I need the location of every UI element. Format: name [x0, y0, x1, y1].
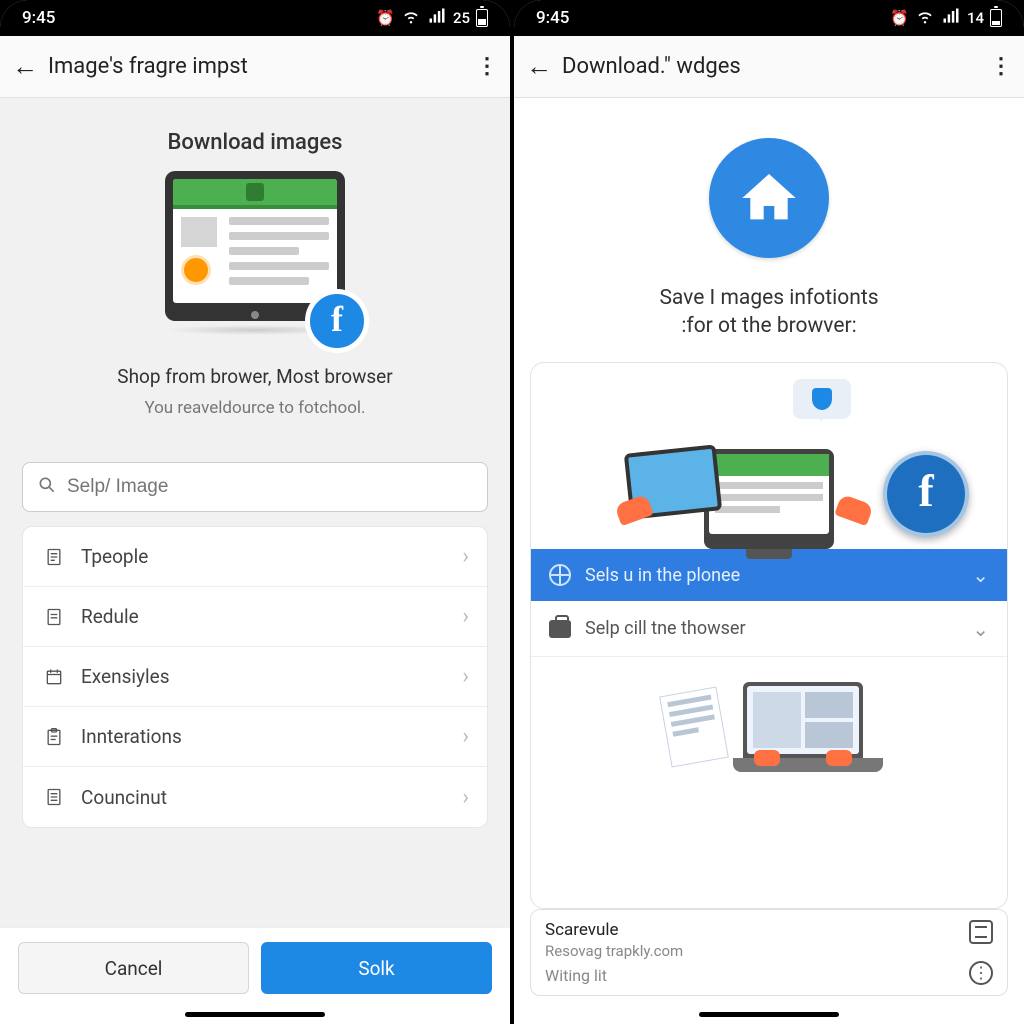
- chevron-right-icon: ›: [462, 724, 469, 749]
- app-bar: ← Image's fragre impst ⋮: [0, 36, 510, 98]
- app-title: Download." wdges: [562, 54, 982, 79]
- status-bar: 9:45 ⏰ 14: [514, 0, 1024, 36]
- more-icon[interactable]: [969, 961, 993, 985]
- chevron-right-icon: ›: [462, 664, 469, 689]
- wifi-icon: [915, 6, 935, 30]
- phone-left: 9:45 ⏰ 25 ← Image's fragre impst ⋮ Bownl…: [0, 0, 510, 1024]
- confirm-button[interactable]: Solk: [261, 942, 492, 994]
- search-field[interactable]: [22, 462, 488, 512]
- alarm-icon: ⏰: [376, 9, 395, 27]
- chevron-right-icon: ›: [462, 604, 469, 629]
- signal-icon: [427, 6, 447, 30]
- list-item[interactable]: Tpeople ›: [23, 527, 487, 587]
- phone-right: 9:45 ⏰ 14 ← Download." wdges ⋮ Save I ma…: [514, 0, 1024, 1024]
- list-icon: [41, 787, 67, 807]
- app-bar: ← Download." wdges ⋮: [514, 36, 1024, 98]
- alarm-icon: ⏰: [890, 9, 909, 27]
- globe-icon: [549, 564, 571, 586]
- list-item[interactable]: Innterations ›: [23, 707, 487, 767]
- status-bar: 9:45 ⏰ 25: [0, 0, 510, 36]
- subtitle-primary: Shop from brower, Most browser: [22, 365, 488, 388]
- overflow-menu[interactable]: ⋮: [468, 54, 498, 79]
- back-button[interactable]: ←: [526, 51, 562, 82]
- button-bar: Cancel Solk: [0, 927, 510, 1004]
- chevron-right-icon: ›: [462, 785, 469, 810]
- facebook-icon: f: [305, 289, 369, 353]
- home-icon: [709, 138, 829, 258]
- status-time: 9:45: [22, 8, 55, 28]
- status-icons: ⏰ 25: [376, 6, 488, 30]
- gesture-handle[interactable]: [0, 1004, 510, 1024]
- list-item[interactable]: Councinut ›: [23, 767, 487, 827]
- chevron-down-icon: ⌄: [972, 563, 989, 587]
- wifi-icon: [401, 6, 421, 30]
- heading-line-2: :for ot the browver:: [514, 314, 1024, 338]
- subtitle-secondary: You reaveldource to fotchool.: [22, 398, 488, 418]
- hand-icon: [834, 494, 873, 526]
- app-title: Image's fragre impst: [48, 54, 468, 79]
- notification-status: Witing lit: [545, 966, 993, 985]
- option-browser-row[interactable]: Selp cill tne thowser ⌄: [531, 601, 1007, 657]
- battery-icon: [476, 9, 488, 27]
- page-icon: [41, 607, 67, 627]
- search-input[interactable]: [67, 476, 473, 498]
- hand-icon: [826, 750, 852, 766]
- list-item[interactable]: Redule ›: [23, 587, 487, 647]
- heading-line-1: Save I mages infotionts: [514, 286, 1024, 310]
- back-button[interactable]: ←: [12, 51, 48, 82]
- battery-text: 14: [967, 9, 984, 27]
- hand-icon: [754, 750, 780, 766]
- clipboard-icon: [41, 727, 67, 747]
- gesture-handle[interactable]: [514, 1004, 1024, 1024]
- battery-text: 25: [453, 9, 470, 27]
- briefcase-icon: [549, 620, 571, 638]
- info-card: f Sels u in the plonee ⌄ Selp cill tne t…: [530, 362, 1008, 909]
- chevron-right-icon: ›: [462, 544, 469, 569]
- chevron-down-icon: ⌄: [972, 617, 989, 641]
- download-notification[interactable]: Scarevule Resovag trapkly.com Witing lit: [530, 909, 1008, 996]
- options-list: Tpeople › Redule › Exensiyles ›: [22, 526, 488, 828]
- cancel-button[interactable]: Cancel: [18, 942, 249, 994]
- laptop-illustration: [547, 667, 991, 787]
- search-icon: [37, 475, 57, 500]
- hero-illustration: f: [165, 171, 345, 335]
- status-time: 9:45: [536, 8, 569, 28]
- archive-icon[interactable]: [969, 920, 993, 944]
- shield-bubble-icon: [793, 379, 851, 419]
- document-icon: [41, 547, 67, 567]
- facebook-icon: f: [883, 451, 969, 537]
- signal-icon: [941, 6, 961, 30]
- overflow-menu[interactable]: ⋮: [982, 54, 1012, 79]
- status-icons: ⏰ 14: [890, 6, 1002, 30]
- page-heading: Bownload images: [22, 130, 488, 155]
- list-item[interactable]: Exensiyles ›: [23, 647, 487, 707]
- notification-title: Scarevule: [545, 920, 993, 940]
- notification-subtitle: Resovag trapkly.com: [545, 942, 993, 960]
- calendar-icon: [41, 667, 67, 687]
- devices-illustration: f: [547, 379, 991, 549]
- battery-icon: [990, 9, 1002, 27]
